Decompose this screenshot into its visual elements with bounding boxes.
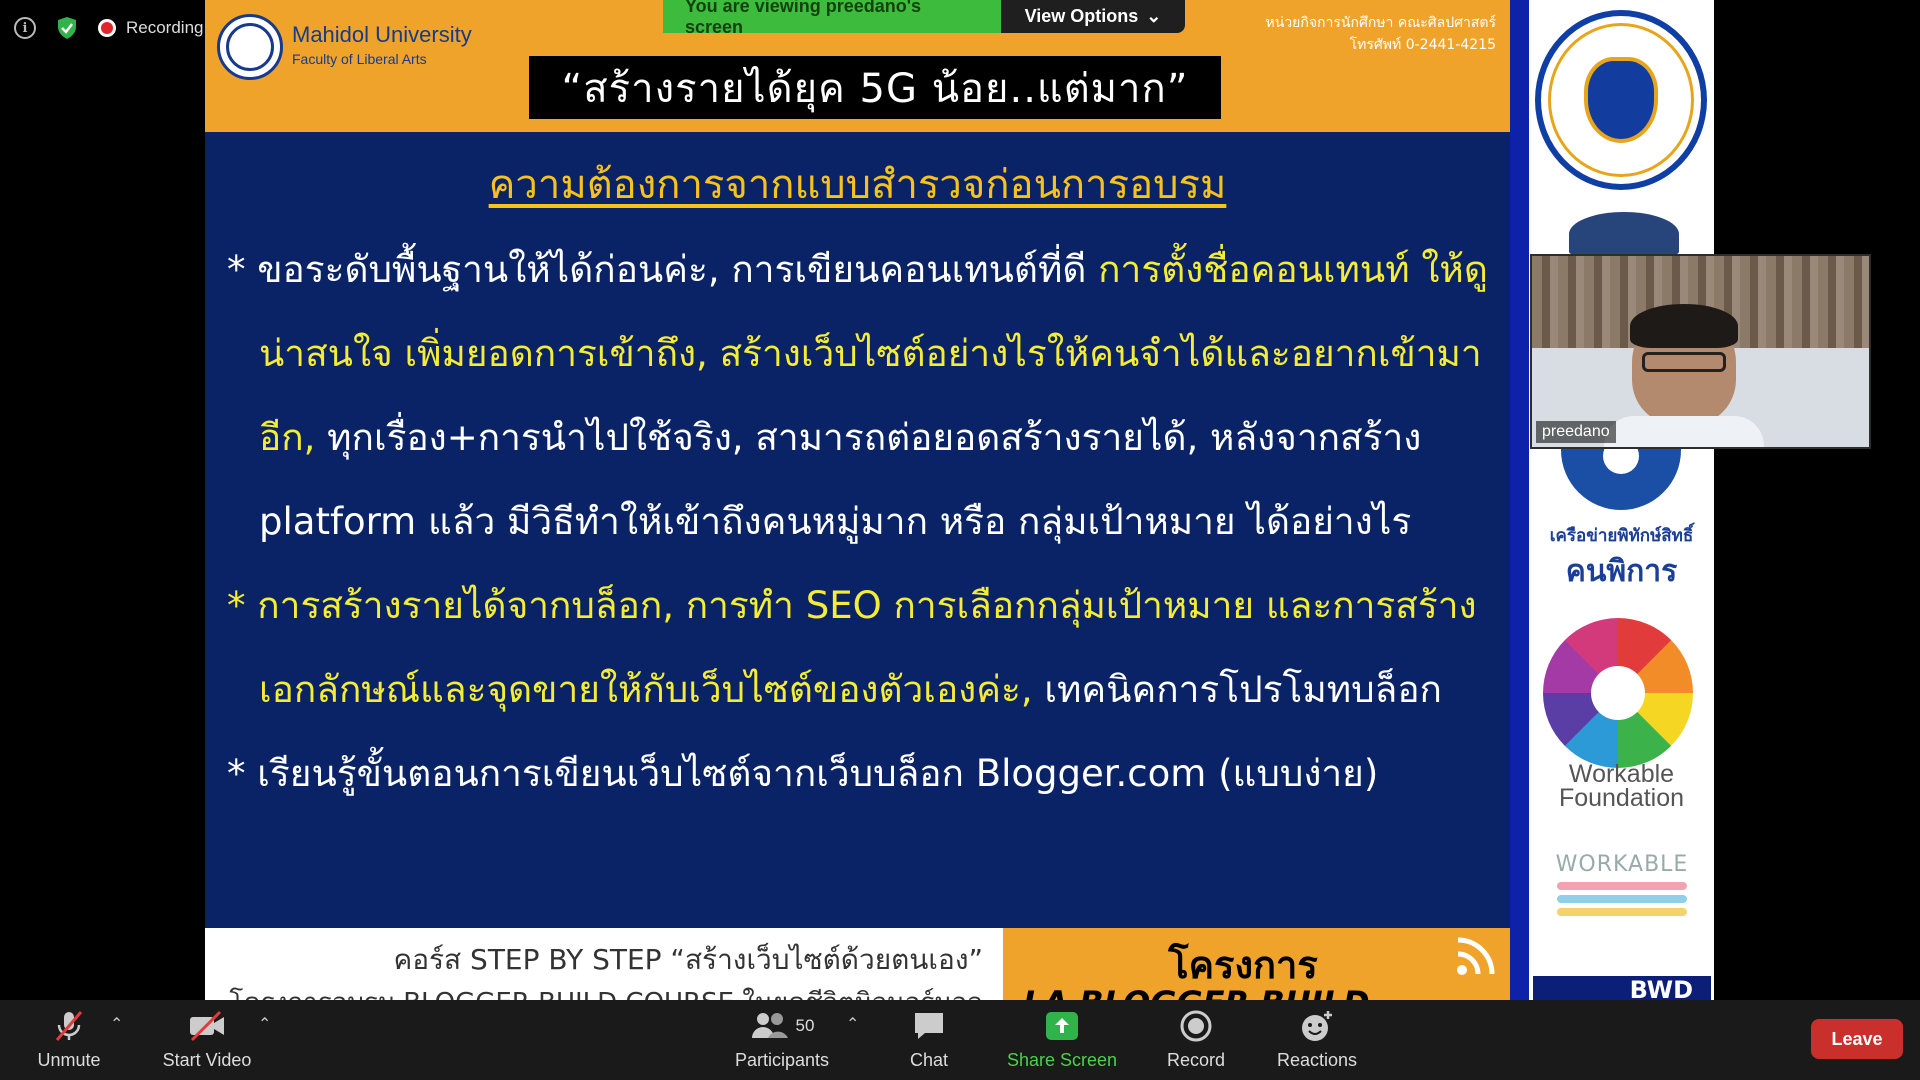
participants-button[interactable]: 50 Participants bbox=[717, 1006, 847, 1071]
viewing-screen-label: You are viewing preedano's screen bbox=[663, 0, 1001, 37]
university-name-block: Mahidol University Faculty of Liberal Ar… bbox=[292, 22, 472, 67]
leave-button[interactable]: Leave bbox=[1811, 1019, 1903, 1059]
contact-line-1: หน่วยกิจการนักศึกษา คณะศิลปศาสตร์ bbox=[1265, 15, 1496, 31]
participant-video-tile[interactable]: preedano bbox=[1530, 254, 1871, 449]
footer-project-panel: โครงการ LA BLOGGER BUILD COURSE bbox=[1003, 928, 1510, 1000]
meeting-status-bar: i Recording bbox=[14, 16, 204, 40]
network-name-line-2: คนพิการ bbox=[1565, 554, 1678, 589]
video-off-icon bbox=[187, 1006, 227, 1046]
participants-count: 50 bbox=[795, 1016, 815, 1035]
unmute-label: Unmute bbox=[37, 1050, 101, 1070]
recording-indicator[interactable]: Recording bbox=[98, 18, 204, 38]
workable-band-yellow bbox=[1557, 908, 1687, 916]
slide-side-border bbox=[1510, 0, 1529, 1000]
bullet-1-text-a: * ขอระดับพื้นฐานให้ได้ก่อนค่ะ, การเขียนค… bbox=[227, 248, 1099, 291]
participant-name-label: preedano bbox=[1536, 421, 1616, 443]
slide-title: “สร้างรายได้ยุค 5G น้อย..แต่มาก” bbox=[529, 56, 1221, 119]
reactions-button[interactable]: Reactions bbox=[1262, 1006, 1372, 1071]
record-label: Record bbox=[1166, 1050, 1226, 1070]
workable-small-logo: WORKABLE bbox=[1547, 852, 1697, 932]
university-name: Mahidol University bbox=[292, 22, 472, 47]
contact-info: หน่วยกิจการนักศึกษา คณะศิลปศาสตร์ โทรศัพ… bbox=[1266, 12, 1496, 56]
mahidol-seal-icon bbox=[1535, 10, 1707, 190]
participant-shirt bbox=[1604, 416, 1764, 447]
rss-icon bbox=[1457, 937, 1495, 975]
chat-button[interactable]: Chat bbox=[874, 1006, 984, 1071]
share-screen-button[interactable]: Share Screen bbox=[1007, 1006, 1117, 1071]
faculty-name: Faculty of Liberal Arts bbox=[292, 51, 427, 67]
participants-label: Participants bbox=[734, 1050, 830, 1070]
bullet-2-text-b: เทคนิคการโปรโมทบล็อก bbox=[1032, 668, 1442, 711]
security-shield-icon[interactable] bbox=[56, 16, 78, 40]
info-icon[interactable]: i bbox=[14, 17, 36, 39]
participants-icon-row: 50 bbox=[750, 1006, 815, 1046]
view-options-label: View Options bbox=[1024, 6, 1139, 26]
record-icon bbox=[1179, 1006, 1213, 1046]
unmute-button[interactable]: Unmute bbox=[14, 1006, 124, 1071]
bullet-list: * ขอระดับพื้นฐานให้ได้ก่อนค่ะ, การเขียนค… bbox=[227, 228, 1497, 816]
workable-foundation-name: Workable Foundation bbox=[1529, 760, 1714, 812]
audio-options-chevron-icon[interactable]: ⌃ bbox=[110, 1014, 123, 1034]
network-name-line-1: เครือข่ายพิทักษ์สิทธิ์ bbox=[1549, 526, 1694, 546]
view-options-button[interactable]: View Options ⌄ bbox=[1001, 0, 1185, 33]
start-video-label: Start Video bbox=[162, 1050, 252, 1070]
zoom-meeting-window: Mahidol University Faculty of Liberal Ar… bbox=[0, 0, 1920, 1080]
reactions-label: Reactions bbox=[1276, 1050, 1358, 1070]
tree-logo-icon bbox=[1569, 212, 1679, 256]
bullet-item-2: * การสร้างรายได้จากบล็อก, การทำ SEO การเ… bbox=[227, 564, 1497, 732]
meeting-toolbar: Unmute ⌃ Start Video ⌃ 50 Participants ⌃… bbox=[0, 1000, 1920, 1080]
screen-share-banner: You are viewing preedano's screen View O… bbox=[663, 0, 1185, 37]
workable-small-text: WORKABLE bbox=[1555, 852, 1689, 877]
bullet-1-text-c: ทุกเรื่อง+การนำไปใช้จริง, สามารถต่อยอดสร… bbox=[259, 416, 1422, 543]
bullet-item-1: * ขอระดับพื้นฐานให้ได้ก่อนค่ะ, การเขียนค… bbox=[227, 228, 1497, 564]
mahidol-logo-icon bbox=[217, 14, 283, 80]
footer-course-panel: คอร์ส STEP BY STEP “สร้างเว็บไซต์ด้วยตนเ… bbox=[205, 928, 1003, 1000]
chat-label: Chat bbox=[909, 1050, 949, 1070]
footer-course-subtitle: โครงการอบรม BLOGGER BUILD COURSE ในยุคชี… bbox=[229, 982, 983, 1000]
participant-hair bbox=[1630, 304, 1738, 348]
bullet-item-3: * เรียนรู้ขั้นตอนการเขียนเว็บไซต์จากเว็บ… bbox=[227, 732, 1497, 816]
slide-footer: คอร์ส STEP BY STEP “สร้างเว็บไซต์ด้วยตนเ… bbox=[205, 928, 1510, 1000]
workable-band-pink bbox=[1557, 882, 1687, 890]
slide-heading: ความต้องการจากแบบสำรวจก่อนการอบรม bbox=[488, 162, 1227, 208]
participants-icon bbox=[751, 1013, 788, 1038]
record-button[interactable]: Record bbox=[1141, 1006, 1251, 1071]
video-options-chevron-icon[interactable]: ⌃ bbox=[258, 1014, 271, 1034]
bullet-3-text: * เรียนรู้ขั้นตอนการเขียนเว็บไซต์จากเว็บ… bbox=[227, 752, 1379, 795]
participants-options-chevron-icon[interactable]: ⌃ bbox=[846, 1014, 859, 1034]
microphone-muted-icon bbox=[51, 1006, 87, 1046]
recording-label: Recording bbox=[126, 18, 204, 37]
workable-name-line-1: Workable bbox=[1568, 760, 1675, 788]
footer-course-title: คอร์ส STEP BY STEP “สร้างเว็บไซต์ด้วยตนเ… bbox=[393, 943, 983, 976]
reactions-icon bbox=[1299, 1006, 1335, 1046]
workable-band-blue bbox=[1557, 895, 1687, 903]
participant-glasses bbox=[1642, 352, 1726, 372]
share-screen-label: Share Screen bbox=[1006, 1050, 1118, 1070]
chat-icon bbox=[911, 1006, 947, 1046]
chevron-down-icon: ⌄ bbox=[1146, 6, 1162, 26]
workable-foundation-logo-icon bbox=[1543, 618, 1693, 768]
bwd-logo: BWD bbox=[1533, 976, 1711, 1000]
start-video-button[interactable]: Start Video bbox=[152, 1006, 262, 1071]
recording-dot-icon bbox=[98, 19, 116, 37]
contact-line-2: โทรศัพท์ 0-2441-4215 bbox=[1349, 37, 1496, 53]
share-screen-icon bbox=[1044, 1006, 1080, 1046]
footer-project-subtitle: LA BLOGGER BUILD COURSE bbox=[1023, 984, 1510, 1000]
shared-slide: Mahidol University Faculty of Liberal Ar… bbox=[205, 0, 1510, 1000]
workable-name-line-2: Foundation bbox=[1558, 784, 1685, 812]
partner-logos-strip: เครือข่ายพิทักษ์สิทธิ์ คนพิการ Workable … bbox=[1529, 0, 1714, 1000]
